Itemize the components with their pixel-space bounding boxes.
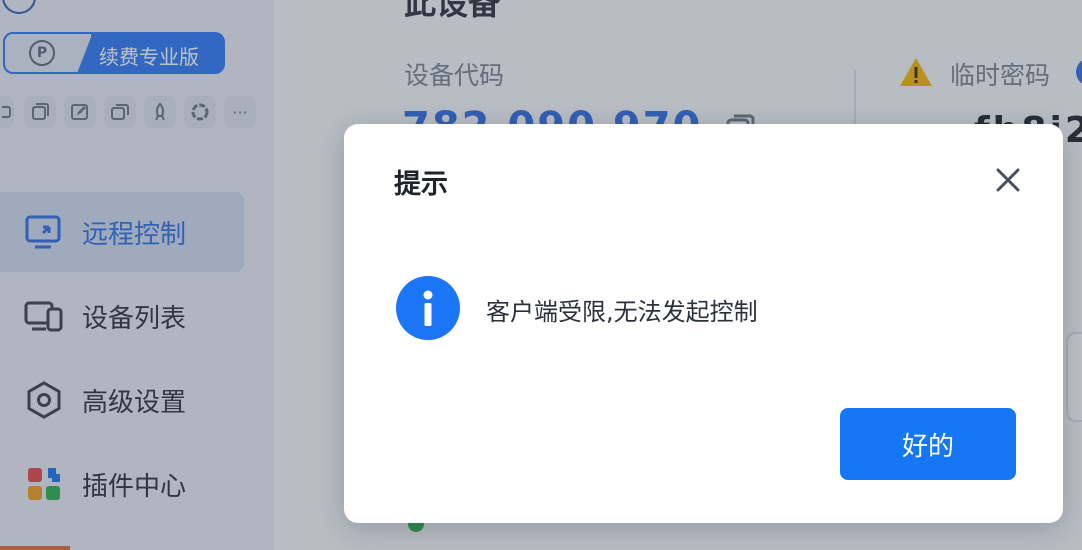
ok-button[interactable]: 好的	[840, 408, 1016, 480]
dialog-message: 客户端受限,无法发起控制	[486, 298, 758, 326]
alert-dialog: 提示 客户端受限,无法发起控制 好的	[344, 124, 1063, 523]
close-icon	[996, 168, 1020, 192]
close-button[interactable]	[984, 160, 1032, 200]
info-icon	[396, 276, 460, 340]
dialog-title: 提示	[394, 169, 448, 200]
